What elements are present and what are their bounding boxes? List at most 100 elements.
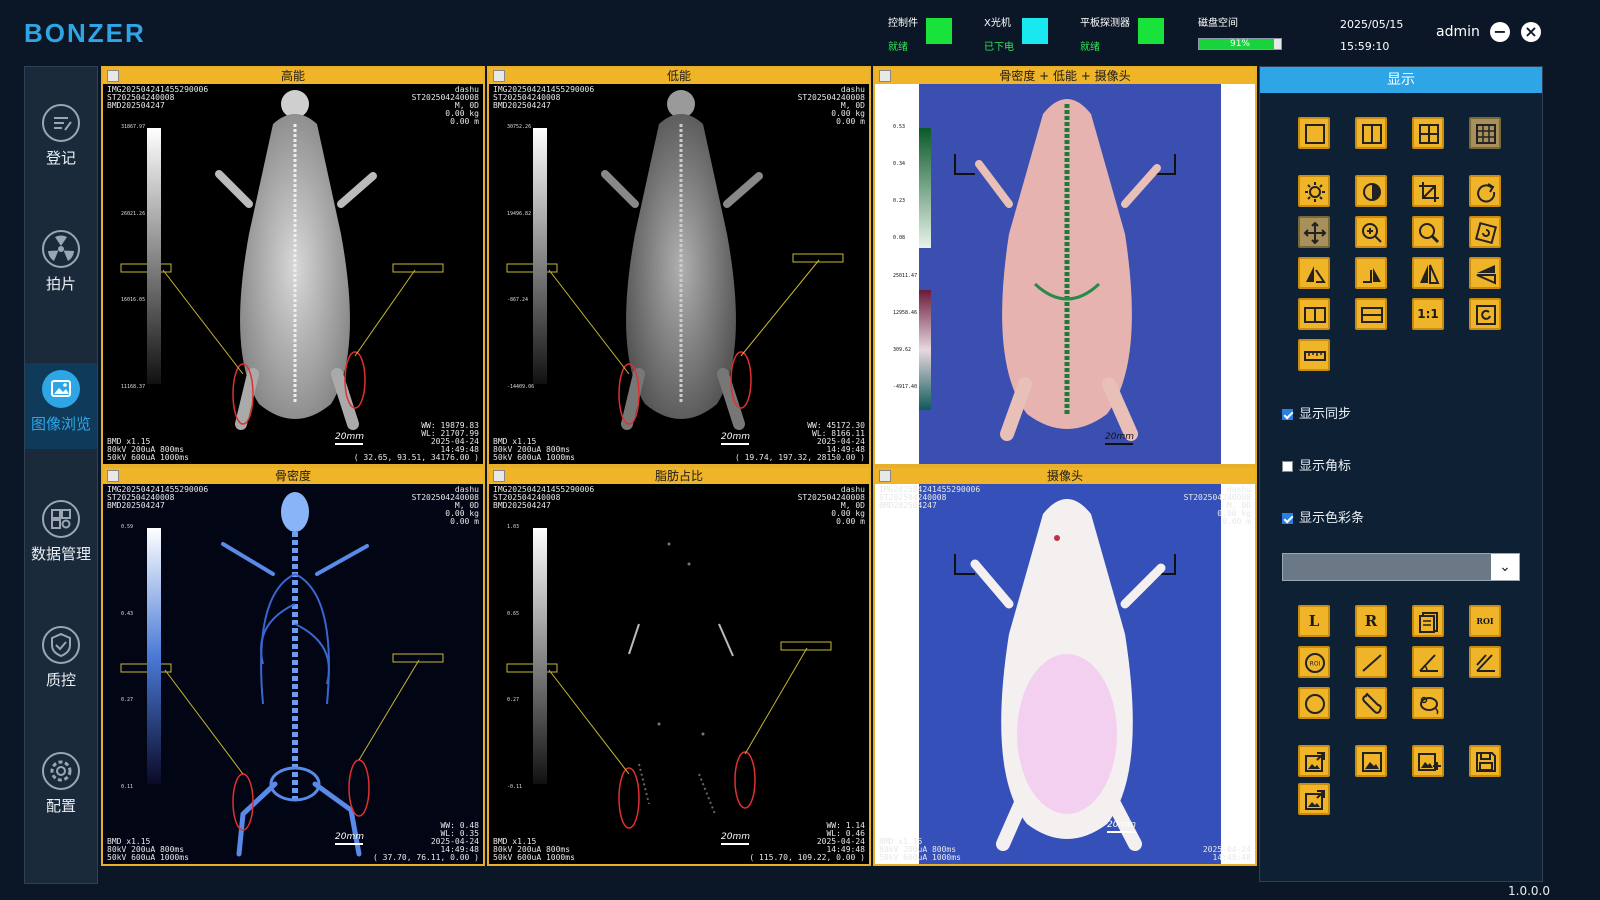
rotate-free-icon <box>1474 221 1498 245</box>
sidebar-item-quality[interactable]: 质控 <box>25 619 97 705</box>
overlay-top-right: dashu ST202504240008 M, 0D 0.00 kg 0.00 … <box>412 486 479 526</box>
sidebar-item-settings[interactable]: 配置 <box>25 745 97 831</box>
overlay-top-left: IMG20250424145529000​6 ST20250424000​8 B… <box>493 486 594 510</box>
notes-button[interactable] <box>1412 605 1444 637</box>
colorbar-tick-label: 30752.26 <box>507 124 532 130</box>
rotate-free-button[interactable] <box>1469 216 1501 248</box>
xray-image[interactable]: IMG20250424145529000​6 ST20250424000​8 B… <box>103 84 483 464</box>
fat-image[interactable]: IMG20250424145529000​6 ST20250424000​8 B… <box>489 484 869 864</box>
layout-3x3-button[interactable] <box>1469 117 1501 149</box>
line-measure-button[interactable] <box>1355 646 1387 678</box>
label-right-button[interactable]: R <box>1355 605 1387 637</box>
export-all-button[interactable] <box>1298 783 1330 815</box>
checkbox[interactable] <box>1282 513 1293 524</box>
viewport-high-energy[interactable]: 高能 <box>101 66 485 466</box>
pan-button[interactable] <box>1298 216 1330 248</box>
flip-right-button[interactable] <box>1355 257 1387 289</box>
check-display-sync[interactable]: 显示同步 <box>1282 403 1351 422</box>
fusion-image[interactable]: 20mm 0.53 0.34 0.23 0.08 25011.47 12958.46 309… <box>875 84 1255 464</box>
viewport-bmd[interactable]: 骨密度 <box>101 466 485 866</box>
viewport-select-box[interactable] <box>879 70 891 82</box>
check-display-corner[interactable]: 显示角标 <box>1282 455 1351 474</box>
actual-size-button[interactable]: 1:1 <box>1412 298 1444 330</box>
save-button[interactable] <box>1469 745 1501 777</box>
layout-2x2-button[interactable] <box>1412 117 1444 149</box>
viewport-fat-ratio[interactable]: 脂肪占比 IMG2 <box>487 466 871 866</box>
roi-rect-button[interactable]: ROI <box>1469 605 1501 637</box>
sidebar-item-capture[interactable]: 拍片 <box>25 223 97 309</box>
sidebar-item-register[interactable]: 登记 <box>25 97 97 183</box>
mirror-horizontal-button[interactable] <box>1469 257 1501 289</box>
rotate-button[interactable] <box>1469 175 1501 207</box>
sidebar-item-label: 数据管理 <box>30 545 91 563</box>
colorbar-tick-label: -0.11 <box>507 784 523 790</box>
sidebar-item-image-browse[interactable]: 图像浏览 <box>25 363 97 449</box>
viewport-select-box[interactable] <box>107 70 119 82</box>
viewport-select-box[interactable] <box>493 470 505 482</box>
close-button[interactable]: × <box>1521 22 1541 42</box>
checkbox[interactable] <box>1282 409 1293 420</box>
fit-width-button[interactable] <box>1298 298 1330 330</box>
zoom-in-button[interactable] <box>1355 216 1387 248</box>
viewport-title: 高能 <box>280 69 305 83</box>
bone-button[interactable] <box>1355 687 1387 719</box>
scale-label: 20mm <box>1105 432 1134 442</box>
minimize-button[interactable]: − <box>1490 22 1510 42</box>
mirror-vertical-button[interactable] <box>1412 257 1444 289</box>
bmd-id: BMD202504247 <box>107 101 165 110</box>
checkbox[interactable] <box>1282 461 1293 472</box>
chevron-down-icon[interactable]: ⌄ <box>1491 554 1519 580</box>
colorbar-tick-label: 31867.97 <box>121 124 146 130</box>
ruler-button[interactable] <box>1298 339 1330 371</box>
check-label: 显示角标 <box>1299 459 1352 474</box>
colormap-select[interactable]: ⌄ <box>1282 553 1520 581</box>
viewport-low-energy[interactable]: 低能 <box>487 66 871 466</box>
crop-button[interactable] <box>1412 175 1444 207</box>
overlay-bottom-left: BMD x1.15 80kV 200uA 800ms 50kV 600uA 10… <box>879 838 961 862</box>
viewport-select-box[interactable] <box>493 70 505 82</box>
time: 15:59:10 <box>1340 40 1390 53</box>
ellipse-button[interactable] <box>1298 687 1330 719</box>
contrast-button[interactable] <box>1355 175 1387 207</box>
mouse-photo-graphic <box>875 484 1255 864</box>
overlay-top-right: dashu ST202504240008 M, 0D 0.00 kg 0.00 … <box>412 86 479 126</box>
sidebar-item-label: 配置 <box>45 797 76 815</box>
fit-height-button[interactable] <box>1355 298 1387 330</box>
rotate-icon <box>1477 183 1496 203</box>
ruler-icon <box>1304 351 1326 361</box>
xray-image[interactable]: IMG20250424145529000​6 ST20250424000​8 B… <box>489 84 869 464</box>
check-display-colorbar[interactable]: 显示色彩条 <box>1282 507 1364 526</box>
export-image-button[interactable] <box>1298 745 1330 777</box>
user-name[interactable]: admin <box>1436 24 1480 40</box>
datetime: 2025/05/15 15:59:10 <box>1340 14 1403 58</box>
export-image-icon <box>1305 752 1325 772</box>
notes-icon <box>1419 612 1438 633</box>
layout-1x1-button[interactable] <box>1298 117 1330 149</box>
close-icon: × <box>1524 22 1538 41</box>
view-image-button[interactable] <box>1355 745 1387 777</box>
viewport-select-box[interactable] <box>879 470 891 482</box>
label-left-button[interactable]: L <box>1298 605 1330 637</box>
angle-button[interactable] <box>1412 646 1444 678</box>
sidebar-item-data-manage[interactable]: 数据管理 <box>25 493 97 579</box>
viewport-camera[interactable]: 摄像头 IMG20250424145529000​6 ST20250424000… <box>873 466 1257 866</box>
flip-left-button[interactable] <box>1298 257 1330 289</box>
bmd-image[interactable]: IMG20250424145529000​6 ST20250424000​8 B… <box>103 484 483 864</box>
viewport-select-box[interactable] <box>107 470 119 482</box>
viewport-fusion[interactable]: 骨密度 + 低能 + 摄像头 20mm 0.53 0.34 0.23 0.08 … <box>873 66 1257 466</box>
camera-image[interactable]: IMG20250424145529000​6 ST20250424000​8 B… <box>875 484 1255 864</box>
magnifier-button[interactable] <box>1412 216 1444 248</box>
reset-view-button[interactable] <box>1469 298 1501 330</box>
scale-bar: 20mm <box>1105 432 1134 445</box>
contrast-icon <box>1363 183 1381 201</box>
mouse-roi-button[interactable] <box>1412 687 1444 719</box>
app-version: 1.0.0.0 <box>1508 884 1550 898</box>
colorbar-tick-label: 12958.46 <box>893 309 918 316</box>
roi-circle-button[interactable]: ROI <box>1298 646 1330 678</box>
colorbar-tick-label: 0.65 <box>507 610 520 617</box>
cobb-angle-button[interactable] <box>1469 646 1501 678</box>
layout-1x2-button[interactable] <box>1355 117 1387 149</box>
flip-right-icon <box>1363 268 1381 283</box>
add-image-button[interactable] <box>1412 745 1444 777</box>
brightness-button[interactable] <box>1298 175 1330 207</box>
